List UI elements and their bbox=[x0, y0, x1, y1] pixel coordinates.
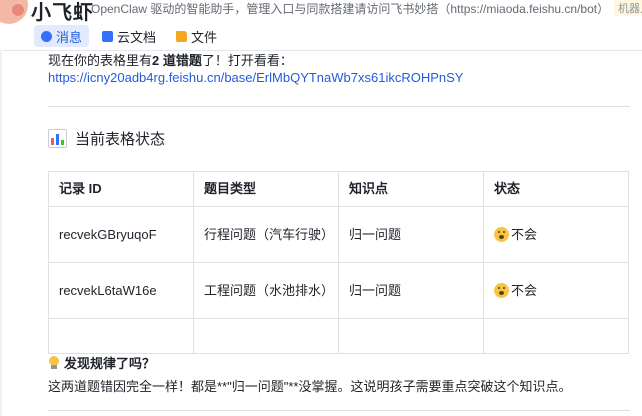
empty-cell bbox=[48, 318, 194, 354]
surprised-face-icon bbox=[494, 282, 509, 298]
table-row: recvekGBryuqoF 行程问题（汽车行驶） 归一问题 不会 bbox=[48, 206, 629, 263]
tab-docs-label: 云文档 bbox=[117, 29, 157, 45]
divider bbox=[48, 106, 630, 107]
section-heading: 当前表格状态 bbox=[48, 128, 165, 149]
table-row-empty bbox=[48, 318, 629, 354]
chat-tabs: 消息 云文档 文件 bbox=[34, 25, 224, 47]
tab-docs[interactable]: 云文档 bbox=[95, 25, 163, 47]
status-table: 记录 ID 题目类型 知识点 状态 recvekGBryuqoF 行程问题（汽车… bbox=[48, 171, 629, 354]
knowledge-point-cell: 归一问题 bbox=[338, 206, 484, 263]
question-type-cell: 行程问题（汽车行驶） bbox=[193, 206, 339, 263]
folder-icon bbox=[176, 30, 188, 42]
chat-header: 小飞虾 OpenClaw 驱动的智能助手，管理入口与同款搭建请访问飞书妙搭（ht… bbox=[0, 0, 642, 51]
lightbulb-icon bbox=[48, 355, 60, 370]
status-cell: 不会 bbox=[483, 206, 629, 263]
bot-badge: 机器人 bbox=[614, 0, 642, 16]
insight-title: 发现规律了吗？ bbox=[64, 356, 156, 371]
table-header-row: 记录 ID 题目类型 知识点 状态 bbox=[48, 171, 629, 207]
tab-files-label: 文件 bbox=[191, 29, 218, 45]
tab-messages[interactable]: 消息 bbox=[34, 25, 90, 47]
table-row: recvekL6taW16e 工程问题（水池排水） 归一问题 不会 bbox=[48, 262, 629, 319]
record-id-cell: recvekL6taW16e bbox=[48, 262, 194, 319]
intro-count: 2 道错题 bbox=[152, 53, 202, 68]
section-title: 当前表格状态 bbox=[75, 131, 166, 148]
insight-text: 这两道题错因完全一样！都是**"归一问题"**没掌握。这说明孩子需要重点突破这个… bbox=[48, 379, 572, 394]
divider bbox=[48, 410, 630, 411]
column-header: 状态 bbox=[483, 171, 629, 207]
intro-text: 现在你的表格里有2 道错题了！打开看看： bbox=[48, 50, 293, 69]
status-text: 不会 bbox=[511, 282, 538, 298]
column-header: 知识点 bbox=[338, 171, 484, 207]
column-header: 题目类型 bbox=[193, 171, 339, 207]
question-type-cell: 工程问题（水池排水） bbox=[193, 262, 339, 319]
message-body: 现在你的表格里有2 道错题了！打开看看： https://icny20adb4r… bbox=[37, 50, 637, 416]
surprised-face-icon bbox=[494, 226, 509, 242]
empty-cell bbox=[338, 318, 484, 354]
left-border bbox=[0, 50, 2, 416]
tab-messages-label: 消息 bbox=[56, 29, 83, 45]
intro-suffix: 了！打开看看： bbox=[201, 53, 293, 68]
record-id-cell: recvekGBryuqoF bbox=[48, 206, 194, 263]
insight-heading: 发现规律了吗？ bbox=[48, 353, 155, 372]
knowledge-point-cell: 归一问题 bbox=[338, 262, 484, 319]
message-icon bbox=[41, 30, 52, 42]
avatar[interactable] bbox=[0, 0, 28, 24]
base-link[interactable]: https://icny20adb4rg.feishu.cn/base/ErlM… bbox=[48, 70, 463, 85]
chat-description: OpenClaw 驱动的智能助手，管理入口与同款搭建请访问飞书妙搭（https:… bbox=[91, 2, 610, 16]
bar-chart-icon bbox=[48, 129, 67, 148]
column-header: 记录 ID bbox=[48, 171, 194, 207]
chat-title: 小飞虾 bbox=[31, 2, 94, 24]
status-cell: 不会 bbox=[483, 262, 629, 319]
doc-icon bbox=[102, 30, 114, 42]
status-text: 不会 bbox=[511, 226, 538, 242]
tab-files[interactable]: 文件 bbox=[169, 25, 224, 47]
empty-cell bbox=[193, 318, 339, 354]
avatar-ear bbox=[12, 4, 24, 16]
intro-prefix: 现在你的表格里有 bbox=[48, 53, 153, 68]
empty-cell bbox=[483, 318, 629, 354]
